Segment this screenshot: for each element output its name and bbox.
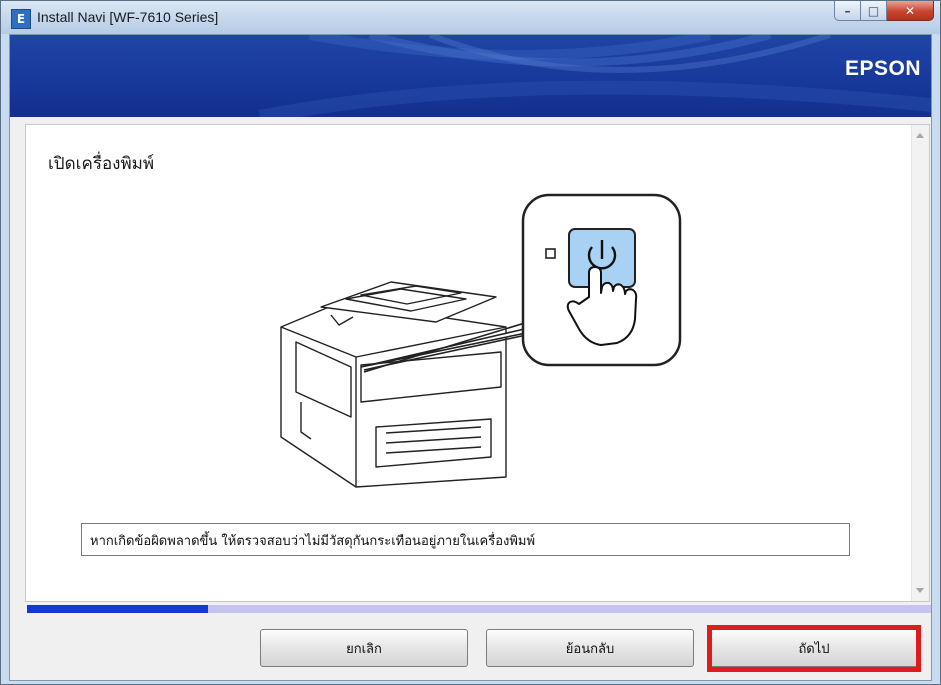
close-icon: ✕: [904, 3, 916, 18]
window-title: Install Navi [WF-7610 Series]: [37, 9, 219, 25]
minimize-button[interactable]: –: [834, 1, 861, 21]
info-message: หากเกิดข้อผิดพลาดขึ้น ให้ตรวจสอบว่าไม่มี…: [81, 523, 850, 556]
close-button[interactable]: ✕: [887, 1, 934, 21]
scroll-down-icon[interactable]: [916, 588, 924, 593]
minimize-icon: –: [844, 3, 851, 18]
vertical-scrollbar[interactable]: [911, 125, 929, 601]
progress-bar: [27, 605, 931, 613]
cancel-button[interactable]: ยกเลิก: [260, 629, 468, 667]
printer-power-illustration: [280, 193, 682, 488]
back-button[interactable]: ย้อนกลับ: [486, 629, 694, 667]
app-icon: E: [11, 9, 31, 29]
progress-fill: [27, 605, 208, 613]
installer-window: E Install Navi [WF-7610 Series] – □ ✕ EP…: [0, 0, 941, 685]
next-button-highlight: [707, 625, 921, 672]
maximize-icon: □: [867, 3, 880, 18]
banner-decoration: [258, 35, 931, 117]
epson-logo: EPSON: [844, 57, 921, 80]
header-banner: EPSON: [10, 35, 931, 117]
content-panel: เปิดเครื่องพิมพ์ หากเกิดข้อผิดพลาดขึ้น ใ…: [25, 124, 930, 602]
title-bar[interactable]: E Install Navi [WF-7610 Series] – □ ✕: [1, 1, 940, 34]
power-led-icon: [545, 248, 556, 259]
maximize-button[interactable]: □: [861, 1, 887, 21]
window-controls: – □ ✕: [834, 1, 934, 22]
installer-body: EPSON เปิดเครื่องพิมพ์ หากเกิดข้อผิดพลาด…: [9, 34, 932, 681]
step-heading: เปิดเครื่องพิมพ์: [48, 154, 155, 174]
scroll-up-icon[interactable]: [916, 133, 924, 138]
